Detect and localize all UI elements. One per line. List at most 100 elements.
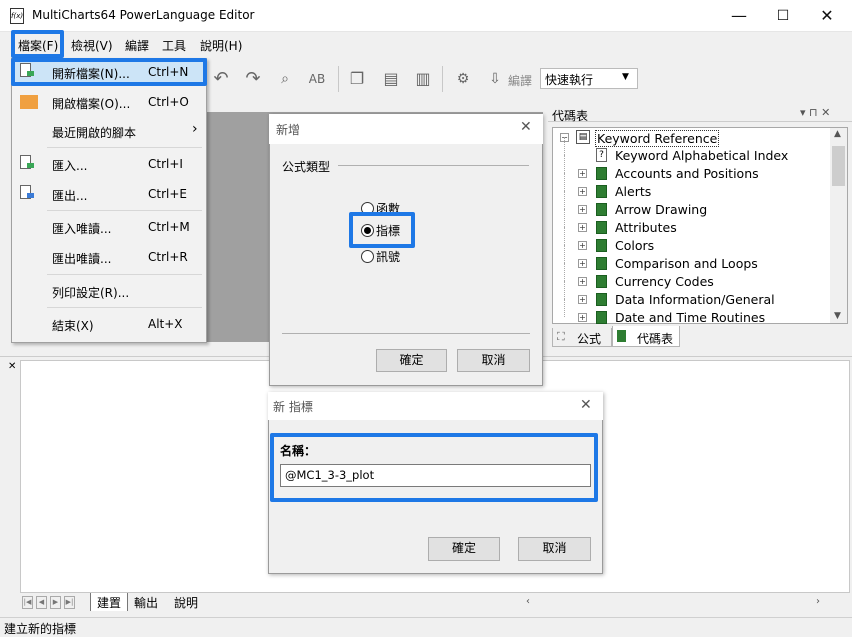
expand-icon[interactable]: +: [578, 313, 587, 322]
expand-icon[interactable]: +: [578, 187, 587, 196]
first-tab-icon[interactable]: |◀: [22, 596, 33, 609]
file-menu-item[interactable]: 匯出唯讀... Ctrl+R: [12, 243, 206, 271]
tab-code-table-label: 代碼表: [637, 332, 674, 346]
file-menu-item[interactable]: 匯入... Ctrl+I: [12, 150, 206, 178]
compile-icon[interactable]: ⇩: [484, 68, 506, 90]
formula-type-label: 公式類型: [282, 160, 331, 174]
window-cascade-icon[interactable]: ❐: [346, 68, 368, 90]
name-input[interactable]: @MC1_3-3_plot: [280, 464, 591, 487]
close-icon[interactable]: ✕: [580, 397, 592, 413]
file-menu-item[interactable]: 開新檔案(N)... Ctrl+N: [12, 58, 206, 86]
tab-help[interactable]: 說明: [174, 594, 198, 611]
undo-icon[interactable]: ↶: [210, 68, 232, 90]
file-menu-item-shortcut: Ctrl+M: [148, 220, 190, 234]
tree-item[interactable]: + Arrow Drawing: [560, 191, 830, 219]
tree-item[interactable]: + Alerts: [560, 173, 830, 201]
book-icon: [596, 257, 607, 270]
code-panel-buttons[interactable]: ▾ ⊓ ✕: [800, 106, 830, 119]
scroll-up-icon[interactable]: ▲: [834, 129, 841, 139]
file-menu-item-label: 結束(X): [52, 319, 94, 333]
next-tab-icon[interactable]: ▶: [50, 596, 61, 609]
tree-item[interactable]: ? Keyword Alphabetical Index: [560, 137, 830, 165]
file-menu-item[interactable]: 開啟檔案(O)... Ctrl+O: [12, 88, 206, 116]
tree-root[interactable]: − ▤ Keyword Reference: [560, 129, 830, 147]
close-icon[interactable]: ✕: [520, 119, 532, 135]
tab-output[interactable]: 輸出: [134, 594, 158, 611]
scroll-right-icon[interactable]: ›: [816, 596, 820, 607]
tab-formula[interactable]: ⛶ 公式: [552, 328, 612, 347]
expand-icon[interactable]: +: [578, 259, 587, 268]
export-badge: [27, 193, 34, 198]
horizontal-scrollbar[interactable]: [522, 594, 848, 612]
file-menu-item[interactable]: 匯入唯讀... Ctrl+M: [12, 213, 206, 241]
menu-separator: [47, 307, 202, 308]
menu-help[interactable]: 說明(H): [200, 37, 242, 54]
tree-item[interactable]: + Currency Codes: [560, 263, 830, 291]
radio-indicator[interactable]: [361, 224, 374, 237]
menu-separator: [47, 274, 202, 275]
maximize-button[interactable]: ☐: [760, 0, 806, 32]
file-menu-item-shortcut: Ctrl+R: [148, 250, 188, 264]
file-menu-item-shortcut: Ctrl+I: [148, 157, 183, 171]
ok-button[interactable]: 確定: [376, 349, 447, 372]
name-cancel-button[interactable]: 取消: [518, 537, 591, 561]
file-menu-item[interactable]: 匯出... Ctrl+E: [12, 180, 206, 208]
menu-tools[interactable]: 工具: [162, 37, 186, 54]
tree-item[interactable]: + Date and Time Routines: [560, 299, 830, 327]
cancel-button[interactable]: 取消: [457, 349, 530, 372]
expand-icon[interactable]: +: [578, 205, 587, 214]
tree-item[interactable]: + Comparison and Loops: [560, 245, 830, 273]
file-menu-item-label: 匯入唯讀...: [52, 222, 112, 236]
window-split-horizontal-icon[interactable]: ▤: [380, 68, 402, 90]
menu-compile[interactable]: 編譯: [125, 37, 149, 54]
tree-connector: [564, 191, 565, 209]
file-menu-item-label: 匯出...: [52, 189, 88, 203]
import-icon: [20, 155, 34, 169]
name-dialog-title: 新 指標: [273, 400, 313, 414]
tree-item[interactable]: + Colors: [560, 227, 830, 255]
replace-icon[interactable]: AB: [306, 68, 328, 90]
compile-label[interactable]: 編譯: [508, 72, 532, 89]
tree-item-label: Data Information/General: [615, 292, 775, 307]
dialog-divider: [282, 333, 530, 334]
tab-build[interactable]: 建置: [90, 593, 129, 611]
menu-view[interactable]: 檢視(V): [71, 37, 113, 54]
compile-settings-icon[interactable]: ⚙: [452, 68, 474, 90]
expand-icon[interactable]: +: [578, 277, 587, 286]
toolbar-separator: [442, 66, 443, 92]
status-bar: [0, 617, 852, 637]
expand-icon[interactable]: +: [578, 241, 587, 250]
name-ok-button[interactable]: 確定: [428, 537, 500, 561]
find-icon[interactable]: ⌕: [274, 68, 296, 90]
file-menu-item-shortcut: Alt+X: [148, 317, 183, 331]
expand-icon[interactable]: +: [578, 223, 587, 232]
file-menu-item[interactable]: 結束(X) Alt+X: [12, 310, 206, 338]
tree-item[interactable]: + Data Information/General: [560, 281, 830, 309]
book-icon: [596, 239, 607, 252]
tab-code-table[interactable]: 代碼表: [612, 326, 680, 347]
file-menu-item[interactable]: 列印設定(R)...: [12, 277, 206, 305]
scroll-left-icon[interactable]: ‹: [526, 596, 530, 607]
tree-item[interactable]: + Accounts and Positions: [560, 155, 830, 183]
book-icon: [596, 275, 607, 288]
file-menu-item[interactable]: 最近開啟的腳本 ›: [12, 117, 206, 145]
chevron-down-icon[interactable]: ▼: [622, 72, 629, 82]
radio-signal[interactable]: [361, 250, 374, 263]
expand-icon[interactable]: +: [578, 169, 587, 178]
tree-item[interactable]: + Attributes: [560, 209, 830, 237]
tree-root-label: Keyword Reference: [595, 130, 720, 147]
tree-connector: [564, 281, 565, 299]
tree-item-label: Arrow Drawing: [615, 202, 708, 217]
window-split-vertical-icon[interactable]: ▥: [412, 68, 434, 90]
close-icon[interactable]: ✕: [8, 361, 16, 372]
last-tab-icon[interactable]: ▶|: [64, 596, 75, 609]
redo-icon[interactable]: ↷: [242, 68, 264, 90]
scroll-down-icon[interactable]: ▼: [834, 311, 841, 321]
menu-file[interactable]: 檔案(F): [18, 37, 58, 54]
new-file-icon: [20, 63, 34, 77]
minimize-button[interactable]: —: [716, 0, 762, 32]
close-button[interactable]: ✕: [804, 0, 850, 32]
scrollbar-thumb[interactable]: [832, 146, 845, 186]
expand-icon[interactable]: +: [578, 295, 587, 304]
prev-tab-icon[interactable]: ◀: [36, 596, 47, 609]
